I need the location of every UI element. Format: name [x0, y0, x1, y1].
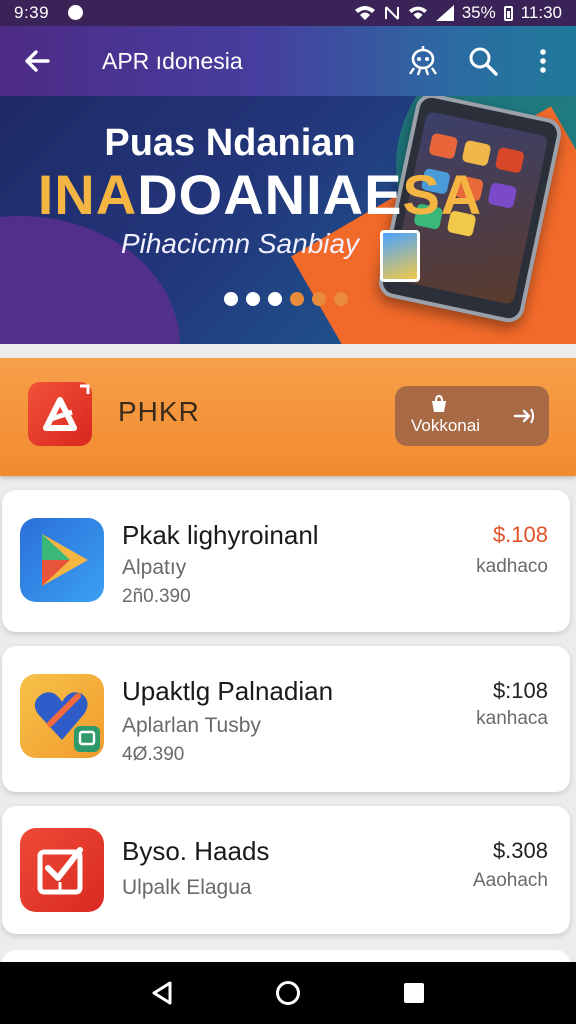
banner-headline: Puas Ndanian	[104, 122, 356, 164]
app-title: Upaktlg Palnadian	[122, 676, 334, 706]
bag-icon	[432, 394, 446, 412]
promo-button[interactable]: Vokkonai	[395, 386, 549, 446]
play-store-icon	[20, 518, 104, 602]
promo-strip[interactable]: PHKR Vokkonai	[0, 358, 576, 476]
banner-title-part-3: SA	[402, 163, 483, 226]
wifi-icon	[354, 6, 375, 20]
app-price: $.308	[492, 838, 548, 863]
app-category: kadhaco	[476, 556, 548, 577]
heart-tools-icon	[20, 674, 104, 758]
banner-big-title: INADOANIAESA	[0, 162, 520, 227]
carousel-dot[interactable]	[312, 292, 326, 306]
app-developer: Alpatıy	[122, 556, 187, 579]
banner-title-part-1: INA	[37, 163, 138, 226]
back-arrow-icon[interactable]	[20, 44, 54, 78]
wifi-icon-2	[408, 6, 427, 20]
app-downloads: 2ñ0.390	[122, 586, 191, 607]
banner-subtitle: Pihacicmn Sanbiay	[120, 228, 360, 259]
app-title: Byso. Haads	[122, 836, 270, 866]
recents-square-icon[interactable]	[400, 979, 428, 1007]
battery-icon	[503, 5, 513, 21]
carousel-dot[interactable]	[246, 292, 260, 306]
promo-logo-icon	[28, 382, 92, 446]
app-price: $:108	[492, 678, 548, 703]
status-time: 9:39	[14, 3, 50, 22]
app-category: Aaohach	[472, 870, 548, 891]
home-circle-icon[interactable]	[274, 979, 302, 1007]
carousel-indicator[interactable]	[224, 292, 348, 306]
carousel-dot[interactable]	[334, 292, 348, 306]
navigation-bar	[0, 962, 576, 1024]
app-category: kanhaca	[476, 708, 548, 729]
app-developer: Aplarlan Tusby	[122, 714, 261, 737]
page-title: APR ıdonesia	[102, 48, 243, 74]
more-vert-icon[interactable]	[526, 44, 560, 78]
status-icons: 35% 11:30	[354, 3, 562, 23]
notification-icon	[68, 5, 83, 20]
app-card[interactable]: Byso. Haads Ulpalk Elagua $.308 Aaohach	[2, 806, 570, 934]
app-downloads: 4Ø.390	[122, 744, 185, 765]
app-card[interactable]: Pkak lighyroinanl Alpatıy 2ñ0.390 $.108 …	[2, 490, 570, 632]
share-arrow-icon	[513, 408, 534, 424]
back-triangle-icon[interactable]	[148, 979, 176, 1007]
promo-button-label: Vokkonai	[411, 416, 480, 435]
signal-icon	[435, 5, 454, 21]
carousel-dot[interactable]	[268, 292, 282, 306]
carousel-dot[interactable]	[224, 292, 238, 306]
app-price: $.108	[492, 522, 548, 547]
nfc-icon	[384, 6, 399, 20]
app-title: Pkak lighyroinanl	[122, 520, 319, 550]
app-developer: Ulpalk Elagua	[122, 876, 252, 899]
app-card[interactable]: Upaktlg Palnadian Aplarlan Tusby 4Ø.390 …	[2, 646, 570, 792]
battery-percent: 35%	[461, 3, 496, 22]
app-bar: APR ıdonesia	[0, 26, 576, 96]
status-clock: 11:30	[520, 3, 562, 22]
hero-banner[interactable]: Puas Ndanian INADOANIAESA Pihacicmn Sanb…	[0, 96, 576, 344]
search-icon[interactable]	[466, 44, 500, 78]
checklist-icon	[20, 828, 104, 912]
status-bar: 9:39 35% 11:30	[0, 0, 576, 26]
alien-icon[interactable]	[406, 44, 440, 78]
banner-title-part-2: DOANIAE	[137, 163, 403, 226]
promo-name: PHKR	[118, 396, 200, 427]
carousel-dot[interactable]	[290, 292, 304, 306]
